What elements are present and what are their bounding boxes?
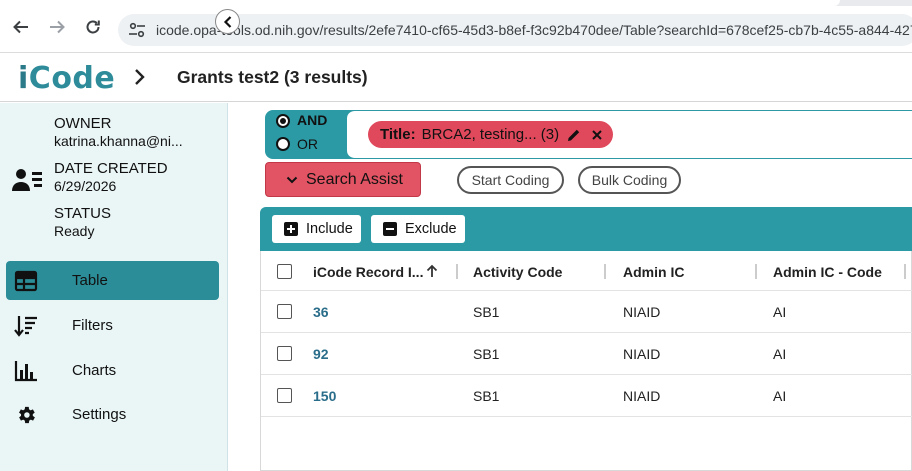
or-label: OR — [297, 136, 318, 152]
record-id-link[interactable]: 36 — [313, 304, 329, 320]
admin-ic-cell: NIAID — [623, 388, 661, 404]
browser-toolbar: icode.opa-tools.od.nih.gov/results/2efe7… — [0, 0, 912, 53]
column-header-admin-ic[interactable]: Admin IC — [623, 264, 684, 280]
sidebar-item-settings[interactable]: Settings — [6, 395, 219, 434]
row-divider — [261, 374, 912, 375]
forward-icon[interactable] — [46, 16, 68, 38]
column-header-activity-code[interactable]: Activity Code — [473, 264, 562, 280]
record-id-link[interactable]: 150 — [313, 388, 336, 404]
start-coding-button[interactable]: Start Coding — [457, 166, 564, 194]
icode-logo[interactable]: iCode — [18, 61, 115, 96]
status-value: Ready — [54, 223, 95, 239]
sort-arrow-up-icon[interactable] — [426, 264, 438, 283]
app-header: iCode Grants test2 (3 results) — [0, 53, 912, 102]
owner-value: katrina.khanna@ni... — [54, 133, 183, 149]
column-header-record-id[interactable]: iCode Record I... — [313, 264, 423, 280]
column-separator[interactable] — [456, 264, 458, 279]
minus-box-icon — [383, 222, 397, 236]
activity-code-cell: SB1 — [473, 346, 500, 362]
row-checkbox[interactable] — [277, 346, 292, 361]
chip-key: Title: — [380, 126, 416, 143]
back-icon[interactable] — [10, 16, 32, 38]
sidebar-item-charts[interactable]: Charts — [6, 351, 219, 390]
reload-icon[interactable] — [82, 16, 104, 38]
admin-ic-cell: NIAID — [623, 346, 661, 362]
search-assist-button[interactable]: Search Assist — [265, 162, 421, 197]
tab-strip — [0, 0, 912, 6]
plus-box-icon — [284, 222, 298, 236]
column-separator[interactable] — [604, 264, 606, 279]
table-icon — [14, 270, 38, 292]
collapse-sidebar-button[interactable] — [215, 9, 240, 34]
include-button[interactable]: Include — [272, 215, 361, 243]
date-created-value: 6/29/2026 — [54, 178, 117, 194]
and-label: AND — [297, 112, 328, 128]
and-radio[interactable] — [276, 114, 290, 128]
chip-value: BRCA2, testing... (3) — [421, 126, 560, 143]
activity-code-cell: SB1 — [473, 304, 500, 320]
gear-icon — [14, 404, 38, 426]
status-label: STATUS — [54, 205, 111, 222]
select-all-checkbox[interactable] — [277, 264, 292, 279]
row-checkbox[interactable] — [277, 304, 292, 319]
record-id-link[interactable]: 92 — [313, 346, 329, 362]
bar-chart-icon — [14, 360, 38, 382]
url-text[interactable]: icode.opa-tools.od.nih.gov/results/2efe7… — [156, 22, 912, 38]
column-separator[interactable] — [755, 264, 757, 279]
sidebar-item-table[interactable]: Table — [6, 261, 219, 300]
row-divider — [261, 290, 912, 291]
bulk-coding-button[interactable]: Bulk Coding — [578, 166, 681, 194]
page-title: Grants test2 (3 results) — [177, 67, 368, 87]
close-icon[interactable] — [591, 129, 603, 141]
column-separator[interactable] — [904, 264, 906, 279]
chevron-right-icon — [133, 68, 147, 86]
person-list-icon — [12, 166, 43, 194]
sort-filter-icon — [14, 315, 38, 337]
row-divider — [261, 416, 912, 417]
filter-chip[interactable]: Title: BRCA2, testing... (3) — [368, 121, 614, 148]
row-divider — [261, 332, 912, 333]
activity-code-cell: SB1 — [473, 388, 500, 404]
exclude-button[interactable]: Exclude — [371, 215, 465, 243]
row-checkbox[interactable] — [277, 388, 292, 403]
owner-label: OWNER — [54, 115, 112, 132]
or-radio[interactable] — [276, 137, 290, 151]
chevron-left-icon — [223, 15, 231, 28]
date-created-label: DATE CREATED — [54, 160, 168, 177]
admin-ic-code-cell: AI — [773, 388, 787, 404]
admin-ic-code-cell: AI — [773, 304, 787, 320]
chevron-down-icon — [286, 176, 298, 183]
admin-ic-cell: NIAID — [623, 304, 661, 320]
admin-ic-code-cell: AI — [773, 346, 787, 362]
site-info-icon[interactable] — [128, 22, 146, 38]
sidebar: OWNER katrina.khanna@ni... DATE CREATED … — [0, 103, 228, 471]
sidebar-item-filters[interactable]: Filters — [6, 306, 219, 345]
and-or-selector: AND OR — [265, 110, 355, 159]
column-header-admin-ic-code[interactable]: Admin IC - Code — [773, 264, 882, 280]
pencil-icon[interactable] — [567, 128, 581, 142]
